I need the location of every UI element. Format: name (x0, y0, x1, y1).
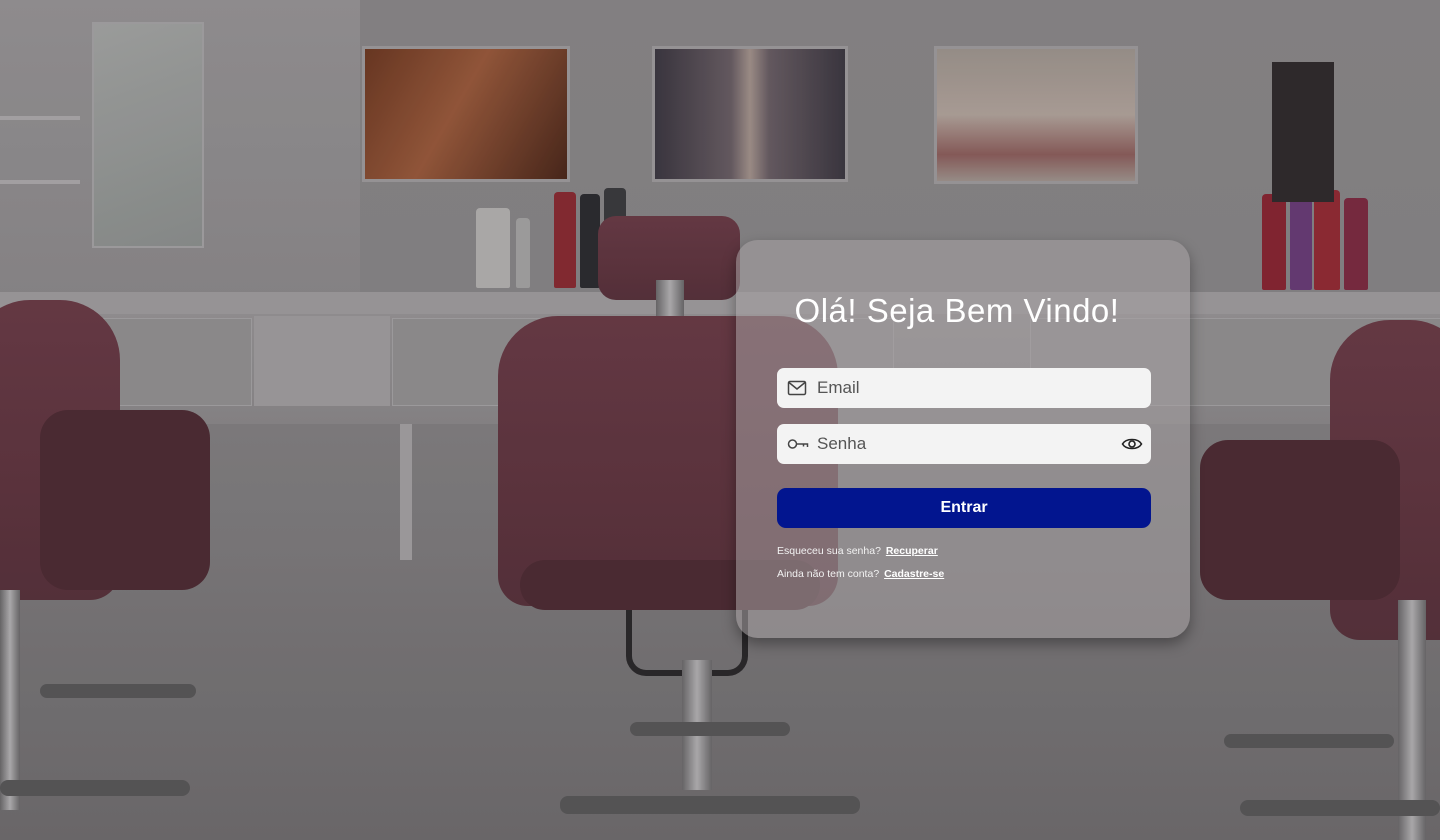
login-button[interactable]: Entrar (777, 488, 1151, 528)
email-field[interactable] (777, 368, 1151, 408)
recover-link[interactable]: Recuperar (886, 545, 938, 557)
login-card: Olá! Seja Bem Vindo! Entrar Esqueceu su (736, 240, 1190, 638)
signup-text: Ainda não tem conta? (777, 568, 880, 580)
eye-icon[interactable] (1121, 434, 1143, 454)
signup-line: Ainda não tem conta? Cadastre-se (777, 568, 944, 580)
welcome-title: Olá! Seja Bem Vindo! (794, 292, 1120, 329)
mail-icon (787, 378, 807, 398)
email-input[interactable] (817, 368, 1117, 408)
background-salon-image (0, 0, 1440, 840)
password-input[interactable] (817, 424, 1117, 464)
password-field[interactable] (777, 424, 1151, 464)
key-icon (787, 434, 809, 454)
signup-link[interactable]: Cadastre-se (884, 568, 944, 580)
forgot-password-text: Esqueceu sua senha? (777, 545, 881, 557)
forgot-password-line: Esqueceu sua senha? Recuperar (777, 545, 938, 557)
